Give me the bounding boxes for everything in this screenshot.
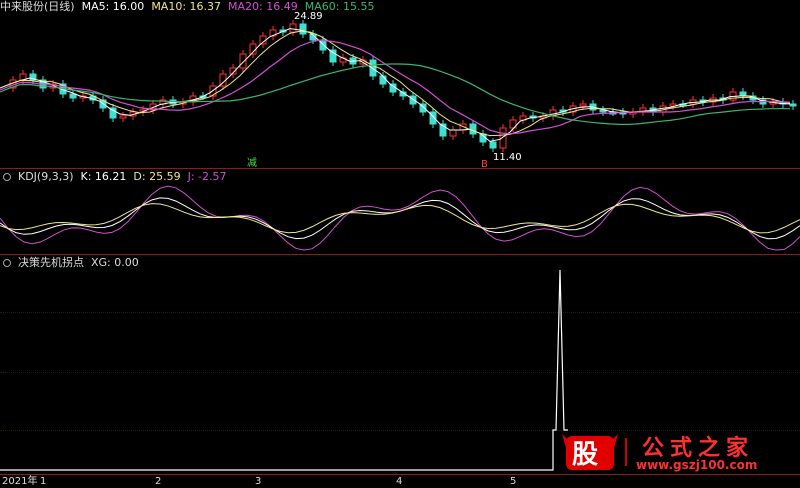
site-logo: 股 公式之家 www.gszj100.com <box>556 428 800 474</box>
time-axis: 2021年 1 2 3 4 5 <box>0 474 800 488</box>
xg-signal-chart[interactable] <box>0 0 800 488</box>
axis-label-month: 3 <box>255 476 262 487</box>
axis-label-month: 4 <box>396 476 403 487</box>
axis-label-month: 2 <box>155 476 162 487</box>
stock-chart-window: 中来股份(日线) MA5: 16.00 MA10: 16.37 MA20: 16… <box>0 0 800 488</box>
axis-label-year: 2021年 <box>2 476 38 487</box>
xg-signal-line <box>0 269 568 471</box>
axis-label-month: 5 <box>510 476 517 487</box>
logo-badge-text: 股 <box>572 440 599 470</box>
logo-url: www.gszj100.com <box>636 458 758 472</box>
axis-label-month: 1 <box>40 476 47 487</box>
